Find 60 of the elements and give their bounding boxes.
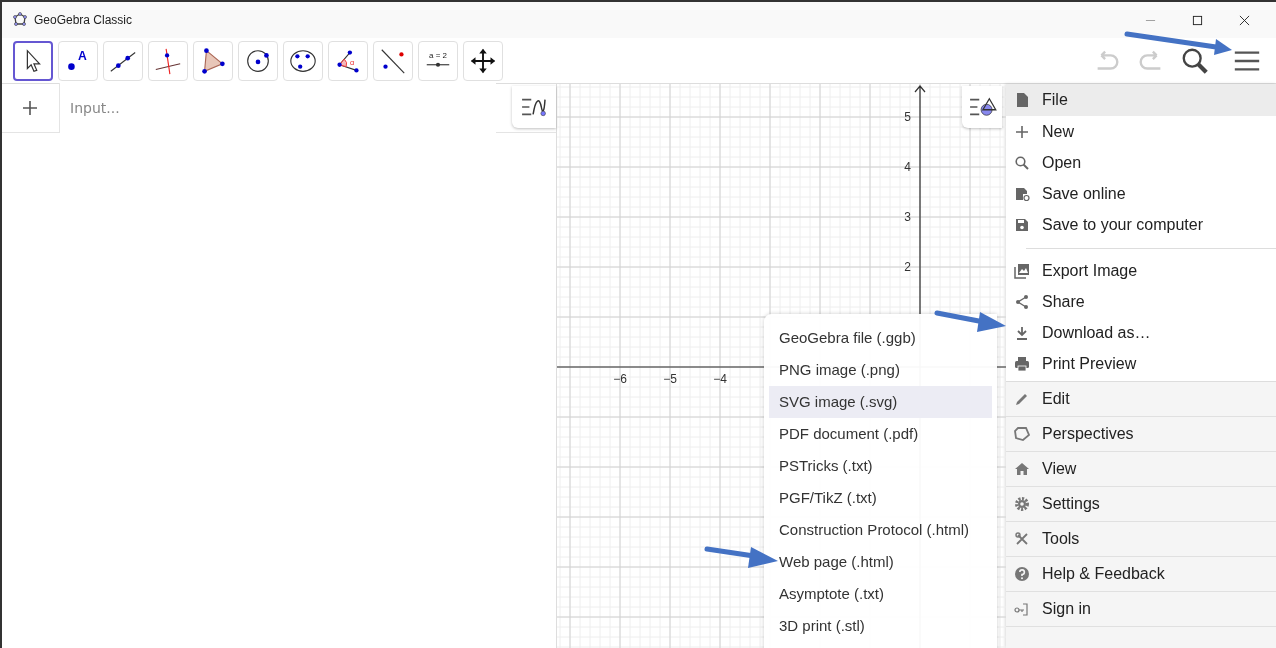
submenu-item[interactable]: PSTricks (.txt) [769, 450, 992, 482]
file-icon [1014, 92, 1030, 108]
submenu-item[interactable]: PGF/TikZ (.txt) [769, 482, 992, 514]
menu-item[interactable]: Save to your computer [1006, 209, 1276, 240]
tools-icon [1014, 531, 1030, 547]
graphics-style-icon [967, 96, 997, 118]
menu-item[interactable]: Print Preview [1006, 348, 1276, 379]
menu-item[interactable]: File [1006, 84, 1276, 116]
pointer-arrow [934, 310, 1006, 332]
search-icon [1014, 154, 1030, 171]
axis-label: −4 [713, 372, 727, 386]
input-field[interactable]: Input... [59, 83, 496, 133]
home-icon [1014, 461, 1030, 477]
submenu-item[interactable]: 3D print (.stl) [769, 610, 992, 642]
submenu-item[interactable]: SVG image (.svg) [769, 386, 992, 418]
menu-item[interactable]: New [1006, 116, 1276, 147]
menu-item[interactable]: Export Image [1006, 255, 1276, 286]
menu-item[interactable]: Save online [1006, 178, 1276, 209]
printer-icon [1014, 355, 1030, 372]
app-logo-icon [12, 12, 28, 28]
image-icon [1014, 262, 1030, 279]
menu-item[interactable]: Settings [1006, 487, 1276, 522]
menu-item[interactable]: Download as… [1006, 317, 1276, 348]
plus-icon[interactable] [22, 100, 38, 116]
save-icon [1014, 216, 1030, 233]
axis-label: 5 [904, 110, 911, 124]
axis-label: 4 [904, 160, 911, 174]
plus-icon [1014, 123, 1030, 140]
menu-item[interactable]: Sign in [1006, 592, 1276, 627]
share-icon [1014, 293, 1030, 310]
axis-label: −6 [613, 372, 627, 386]
style-bar-button[interactable] [962, 86, 1002, 128]
menu-item[interactable]: View [1006, 452, 1276, 487]
menu-item[interactable]: Open [1006, 147, 1276, 178]
axis-label: 3 [904, 210, 911, 224]
axis-label: 2 [904, 260, 911, 274]
algebra-style-icon [519, 96, 549, 118]
submenu-item[interactable]: Web page (.html) [769, 546, 992, 578]
axis-label: −5 [663, 372, 677, 386]
submenu-item[interactable]: Asymptote (.txt) [769, 578, 992, 610]
submenu-item[interactable]: PNG image (.png) [769, 354, 992, 386]
pencil-icon [1014, 391, 1030, 407]
key-icon [1014, 601, 1030, 617]
menu-item[interactable]: Perspectives [1006, 417, 1276, 452]
help-icon [1014, 566, 1030, 582]
menu-item[interactable]: Help & Feedback [1006, 557, 1276, 592]
tool-button[interactable] [13, 40, 53, 81]
submenu-item[interactable]: PDF document (.pdf) [769, 418, 992, 450]
menu-item[interactable]: Share [1006, 286, 1276, 317]
maximize-icon[interactable] [1192, 14, 1203, 26]
menu-item[interactable]: Edit [1006, 382, 1276, 417]
submenu-item[interactable]: GeoGebra file (.ggb) [769, 322, 992, 354]
download-icon [1014, 324, 1030, 341]
close-icon[interactable] [1239, 14, 1250, 26]
window-title: GeoGebra Classic [34, 13, 133, 27]
pentagon-icon [1014, 426, 1030, 442]
submenu-item[interactable]: Construction Protocol (.html) [769, 514, 992, 546]
gear-icon [1014, 496, 1030, 512]
menu-item[interactable]: Tools [1006, 522, 1276, 557]
style-bar-button[interactable] [512, 86, 556, 128]
